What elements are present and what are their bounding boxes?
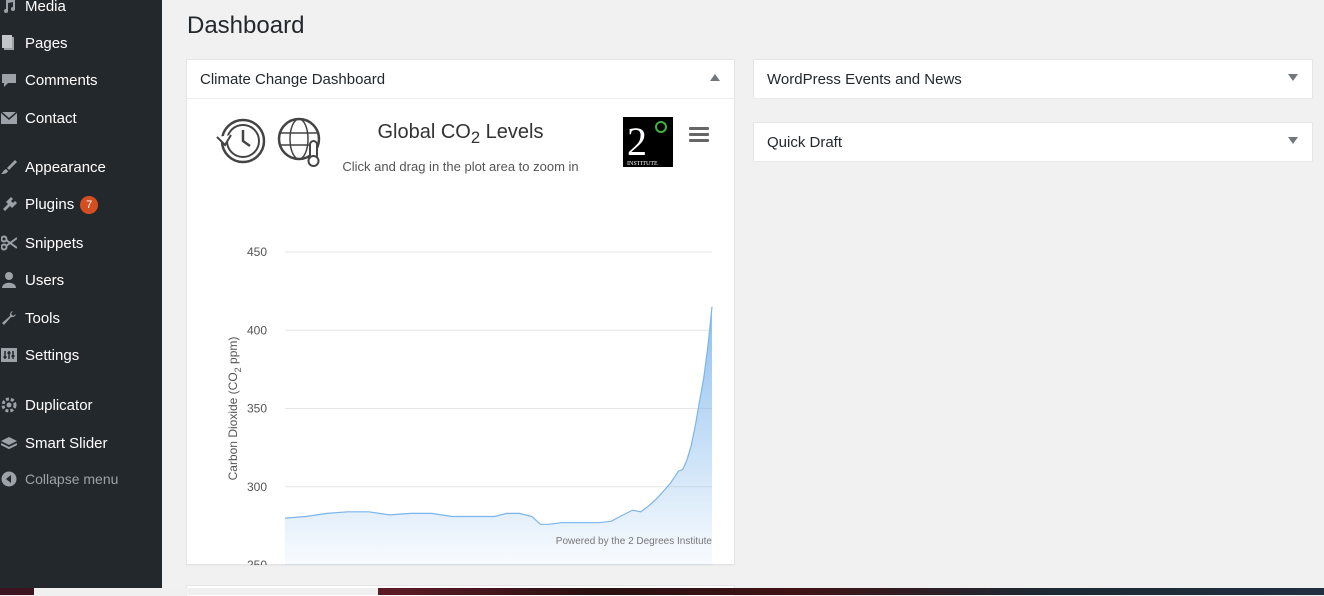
sidebar-item-comments[interactable]: Comments	[0, 63, 162, 97]
series-area	[285, 306, 712, 565]
sidebar-item-label-wrap: Plugins 7	[25, 195, 99, 215]
sidebar-item-appearance[interactable]: Appearance	[0, 150, 162, 184]
widget-header[interactable]: Climate Change Dashboard	[187, 60, 734, 99]
media-icon	[0, 0, 18, 15]
y-tick-label: 300	[247, 480, 267, 494]
collapse-menu-button[interactable]: Collapse menu	[0, 462, 162, 496]
sidebar-item-label: Contact	[25, 109, 77, 127]
sidebar-item-label: Settings	[25, 346, 80, 364]
mail-icon	[0, 109, 18, 127]
widget-title: Quick Draft	[767, 133, 843, 151]
settings-icon	[0, 346, 18, 364]
sidebar-item-label: Appearance	[25, 158, 106, 176]
co2-chart: Global CO2 Levels Click and drag in the …	[187, 99, 734, 565]
user-icon	[0, 271, 18, 289]
wrench-icon	[0, 309, 18, 327]
sidebar-item-snippets[interactable]: Snippets	[0, 226, 162, 260]
sidebar-item-media[interactable]: Media	[0, 0, 162, 23]
expand-toggle-icon[interactable]	[1288, 137, 1298, 144]
sidebar-item-label: Users	[25, 271, 65, 289]
admin-sidebar: Media Pages Comments Contact Appearance …	[0, 0, 162, 588]
sidebar-item-plugins[interactable]: Plugins 7	[0, 188, 162, 222]
sidebar-item-settings[interactable]: Settings	[0, 338, 162, 372]
sidebar-item-label: Pages	[25, 34, 68, 52]
y-tick-label: 350	[247, 402, 267, 416]
widget-header[interactable]: WordPress Events and News	[754, 60, 1312, 98]
taskbar-search-field[interactable]	[34, 588, 378, 595]
sidebar-item-smart-slider[interactable]: Smart Slider	[0, 426, 162, 460]
scissors-icon	[0, 234, 18, 252]
y-tick-label: 250	[247, 558, 267, 565]
sidebar-item-label: Smart Slider	[25, 434, 108, 452]
sidebar-item-contact[interactable]: Contact	[0, 101, 162, 135]
y-tick-label: 450	[247, 245, 267, 259]
taskbar-strip	[0, 588, 1324, 595]
pages-icon	[0, 34, 18, 52]
sidebar-item-label: Collapse menu	[25, 471, 119, 487]
sidebar-item-label: Duplicator	[25, 396, 93, 414]
sidebar-item-label: Snippets	[25, 234, 84, 252]
collapse-icon	[0, 470, 18, 488]
sidebar-item-label: Tools	[25, 309, 61, 327]
series-line	[284, 306, 713, 525]
sidebar-item-label: Plugins	[25, 195, 75, 213]
layers-icon	[0, 434, 18, 452]
sidebar-item-pages[interactable]: Pages	[0, 26, 162, 60]
chart-credit[interactable]: Powered by the 2 Degrees Institute	[556, 536, 712, 547]
expand-toggle-icon[interactable]	[1288, 74, 1298, 81]
widget-title: Climate Change Dashboard	[200, 70, 386, 88]
sidebar-item-duplicator[interactable]: Duplicator	[0, 388, 162, 422]
widget-title: WordPress Events and News	[767, 70, 962, 88]
y-axis-label: Carbon Dioxide (CO2 ppm)	[226, 337, 243, 481]
sidebar-item-users[interactable]: Users	[0, 263, 162, 297]
gear-icon	[0, 396, 18, 414]
quick-draft-widget: Quick Draft	[753, 122, 1313, 161]
plot-area[interactable]: 25030035040045010001250150017502000Carbo…	[187, 99, 734, 565]
climate-dashboard-widget: Climate Change Dashboard Global CO2 Leve…	[186, 59, 735, 565]
page-title: Dashboard	[187, 12, 305, 39]
events-news-widget: WordPress Events and News	[753, 59, 1313, 98]
update-count-badge: 7	[80, 196, 99, 215]
brush-icon	[0, 158, 18, 176]
collapse-toggle-icon[interactable]	[710, 74, 720, 81]
widget-header[interactable]: Quick Draft	[754, 123, 1312, 161]
sidebar-item-label: Comments	[25, 71, 98, 89]
comments-icon	[0, 71, 18, 89]
plugin-icon	[0, 196, 18, 214]
sidebar-item-tools[interactable]: Tools	[0, 301, 162, 335]
y-tick-label: 400	[247, 323, 267, 337]
sidebar-item-label: Media	[25, 0, 66, 15]
